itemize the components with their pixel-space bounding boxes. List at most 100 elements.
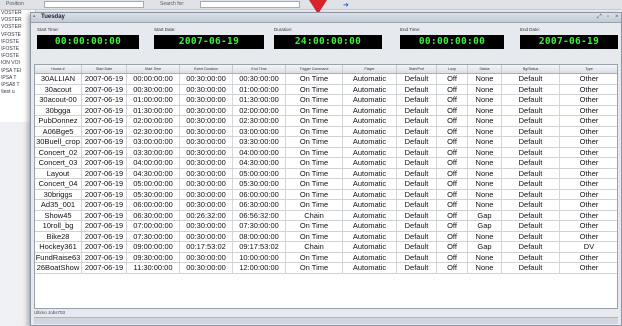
table-row[interactable]: Hockey361 2007-06-19 09:00:00:00 00:17:53:0… <box>35 242 617 253</box>
table-cell: Default <box>397 84 437 94</box>
table-cell: Default <box>397 221 437 231</box>
table-row[interactable]: 30ALLIAN 2007-06-19 00:00:00:00 00:30:00:00… <box>35 74 617 85</box>
table-cell: Other <box>560 127 617 137</box>
table-cell: Automatic <box>343 179 397 189</box>
column-header[interactable]: Start Date <box>82 65 127 73</box>
table-row[interactable]: 30briggs 2007-06-19 05:30:00:00 00:30:00:00… <box>35 189 617 200</box>
table-cell: 00:30:00:00 <box>127 84 180 94</box>
maximize-icon[interactable]: ▫ <box>607 14 609 20</box>
table-cell: 2007-06-19 <box>82 147 127 157</box>
table-cell: Automatic <box>343 137 397 147</box>
column-header[interactable]: Player <box>343 65 397 73</box>
table-cell: 10:00:00:00 <box>233 252 286 262</box>
table-cell: 01:00:00:00 <box>127 95 180 105</box>
table-cell: Gap <box>468 242 502 252</box>
table-cell: Default <box>397 242 437 252</box>
table-row[interactable]: Layout 2007-06-19 04:30:00:00 00:30:00:00 05… <box>35 168 617 179</box>
position-field[interactable] <box>44 1 144 8</box>
table-cell: Default <box>502 221 560 231</box>
dialog-titlebar[interactable]: Tuesday ▪ ⤢ ▫ × <box>31 13 621 23</box>
search-field[interactable] <box>200 1 300 8</box>
table-cell: Automatic <box>343 210 397 220</box>
table-cell: None <box>468 84 502 94</box>
table-cell: Other <box>560 137 617 147</box>
column-header[interactable]: Start Time <box>127 65 180 73</box>
table-row[interactable]: Ad35_001 2007-06-19 06:00:00:00 00:30:00:00… <box>35 200 617 211</box>
table-cell: Off <box>437 210 468 220</box>
dialog-title: Tuesday <box>41 14 65 20</box>
table-row[interactable]: Concert_04 2007-06-19 05:00:00:00 00:30:00:… <box>35 179 617 190</box>
schedule-table[interactable]: House # Start Date Start Time Event Duratio… <box>34 64 618 309</box>
table-cell: Off <box>437 105 468 115</box>
close-icon[interactable]: × <box>615 14 619 20</box>
table-row[interactable]: Bike28 2007-06-19 07:30:00:00 00:30:00:00 08… <box>35 231 617 242</box>
table-cell: Off <box>437 200 468 210</box>
end-date-display[interactable]: 2007-06-19 <box>520 35 618 49</box>
end-time-label: End Time: <box>400 27 421 32</box>
table-cell: FundRaise63 <box>35 252 82 262</box>
table-cell: Chain <box>286 210 343 220</box>
column-header[interactable]: Event Duration <box>180 65 233 73</box>
end-time-display[interactable]: 00:00:00:00 <box>400 35 504 49</box>
table-cell: 03:00:00:00 <box>233 126 286 136</box>
start-date-display[interactable]: 2007-06-19 <box>154 35 264 49</box>
table-cell: None <box>468 126 502 136</box>
table-cell: 2007-06-19 <box>82 200 127 210</box>
table-cell: 05:30:00:00 <box>127 189 180 199</box>
table-cell: Default <box>397 147 437 157</box>
table-cell: 06:30:00:00 <box>233 200 286 210</box>
table-cell: Automatic <box>343 105 397 115</box>
horizontal-scrollbar[interactable] <box>34 317 618 324</box>
table-row[interactable]: Concert_03 2007-06-19 04:00:00:00 00:30:00:… <box>35 158 617 169</box>
table-row[interactable]: PubDonnez 2007-06-19 02:00:00:00 00:30:00:0… <box>35 116 617 127</box>
table-cell: 09:00:00:00 <box>127 242 180 252</box>
table-row[interactable]: 26BoatShow 2007-06-19 11:30:00:00 00:30:00:… <box>35 263 617 274</box>
column-header[interactable]: Bg/Status <box>502 65 560 73</box>
table-cell: Automatic <box>343 95 397 105</box>
table-cell: 00:30:00:00 <box>180 95 233 105</box>
table-cell: 04:00:00:00 <box>127 158 180 168</box>
restore-icon[interactable]: ⤢ <box>597 14 602 21</box>
table-row[interactable]: FundRaise63 2007-06-19 09:30:00:00 00:30:00… <box>35 252 617 263</box>
table-cell: 26BoatShow <box>35 263 82 273</box>
table-row[interactable]: Concert_02 2007-06-19 03:30:00:00 00:30:00:… <box>35 147 617 158</box>
table-cell: 2007-06-19 <box>82 221 127 231</box>
table-cell: 00:30:00:00 <box>180 147 233 157</box>
table-cell: Layout <box>35 168 82 178</box>
table-row[interactable]: 30acout 2007-06-19 00:30:00:00 00:30:00:00 0… <box>35 84 617 95</box>
table-cell: None <box>468 200 502 210</box>
table-cell: Default <box>397 263 437 273</box>
column-header[interactable]: End Time <box>233 65 286 73</box>
table-cell: 30Buell_crop <box>35 137 82 147</box>
column-header[interactable]: Status <box>468 65 502 73</box>
table-cell: 30ALLIAN <box>35 74 82 84</box>
duration-display[interactable]: 24:00:00:00 <box>274 35 382 49</box>
table-cell: Default <box>397 126 437 136</box>
table-cell: On Time <box>286 147 343 157</box>
column-header[interactable]: Loop <box>437 65 468 73</box>
column-header[interactable]: Type <box>560 65 617 73</box>
table-row[interactable]: Show45 2007-06-19 06:30:00:00 00:26:32:00 06… <box>35 210 617 221</box>
table-row[interactable]: 30Buell_crop 2007-06-19 03:00:00:00 00:30:0… <box>35 137 617 148</box>
dialog-icon: ▪ <box>33 14 36 20</box>
table-cell: 30bgga <box>35 105 82 115</box>
table-cell: On Time <box>286 179 343 189</box>
table-row[interactable]: 10roll_bg 2007-06-19 07:00:00:00 00:30:00:0… <box>35 221 617 232</box>
column-header[interactable]: House # <box>35 65 82 73</box>
table-cell: Other <box>560 158 617 168</box>
start-time-display[interactable]: 00:00:00:00 <box>37 35 139 49</box>
table-cell: Default <box>397 158 437 168</box>
table-row[interactable]: 30bgga 2007-06-19 01:30:00:00 00:30:00:00 02… <box>35 105 617 116</box>
table-cell: 2007-06-19 <box>82 179 127 189</box>
column-header[interactable]: Trigger Command <box>286 65 343 73</box>
table-cell: Other <box>560 200 617 210</box>
table-cell: A06Bge5 <box>35 126 82 136</box>
table-cell: On Time <box>286 116 343 126</box>
table-cell: 01:00:00:00 <box>233 84 286 94</box>
table-cell: Default <box>502 137 560 147</box>
table-row[interactable]: 30acout-00 2007-06-19 01:00:00:00 00:30:00:… <box>35 95 617 106</box>
schedule-dialog: Tuesday ▪ ⤢ ▫ × Start Time: 00:00:00:00 … <box>30 12 622 326</box>
table-row[interactable]: A06Bge5 2007-06-19 02:30:00:00 00:30:00:00 0… <box>35 126 617 137</box>
column-header[interactable]: Start/Port <box>397 65 437 73</box>
table-cell: 00:26:32:00 <box>180 210 233 220</box>
